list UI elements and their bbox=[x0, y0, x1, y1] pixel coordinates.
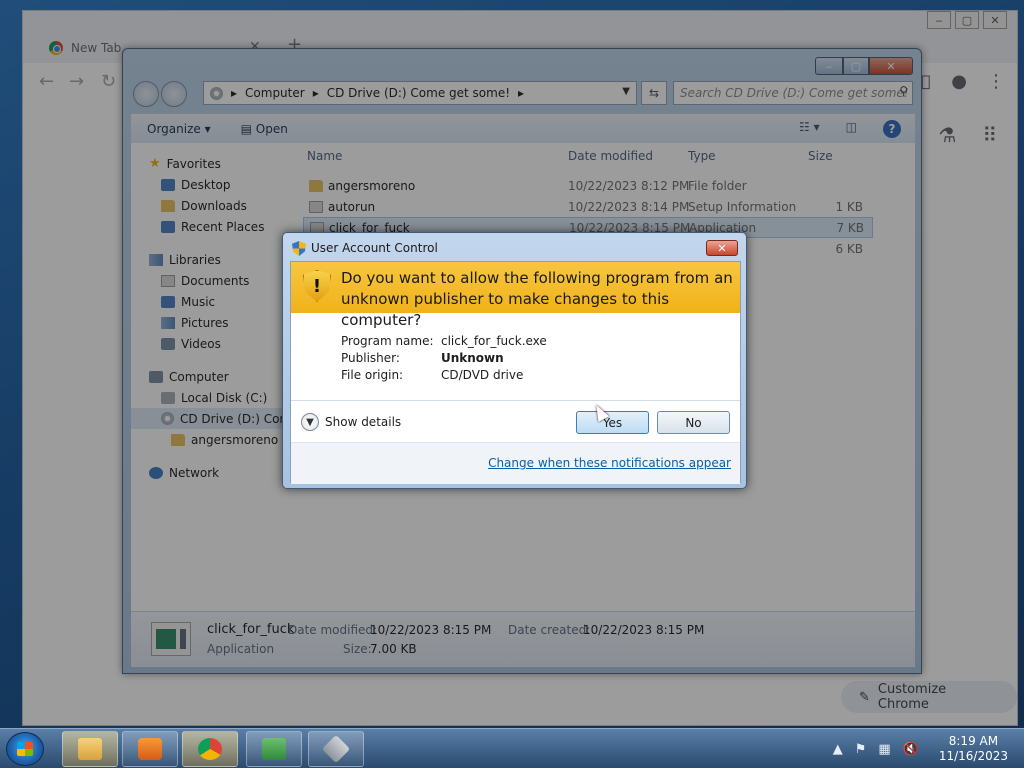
clock-date: 11/16/2023 bbox=[938, 749, 1008, 763]
file-origin-row: File origin: CD/DVD drive bbox=[341, 368, 523, 382]
uac-shield-icon bbox=[292, 241, 306, 256]
uac-dialog: User Account Control ✕ ! Do you want to … bbox=[282, 232, 747, 489]
uac-question: Do you want to allow the following progr… bbox=[341, 269, 733, 329]
warning-shield-icon: ! bbox=[303, 270, 331, 302]
windows-logo-icon bbox=[17, 742, 33, 756]
show-hidden-icons-icon[interactable]: ▲ bbox=[833, 742, 843, 757]
rocket-icon bbox=[321, 734, 351, 764]
yes-button[interactable]: Yes bbox=[576, 411, 649, 434]
show-details-button[interactable]: ▼ Show details bbox=[301, 413, 401, 431]
no-button[interactable]: No bbox=[657, 411, 730, 434]
publisher-value: Unknown bbox=[441, 351, 504, 365]
system-tray: ▲ ⚑ ▦ 🔇 8:19 AM 11/16/2023 bbox=[833, 729, 1008, 768]
uac-warning-banner: ! Do you want to allow the following pro… bbox=[291, 262, 740, 329]
program-name-row: Program name: click_for_fuck.exe bbox=[341, 334, 547, 348]
uac-close-button[interactable]: ✕ bbox=[706, 240, 738, 256]
uac-title: User Account Control bbox=[311, 241, 438, 255]
installer-icon bbox=[262, 738, 286, 760]
start-button[interactable] bbox=[6, 732, 44, 766]
uac-button-bar: ▼ Show details Yes No bbox=[291, 400, 740, 442]
file-explorer-icon bbox=[78, 738, 102, 760]
uac-link-bar: Change when these notifications appear bbox=[291, 442, 740, 484]
publisher-row: Publisher: Unknown bbox=[341, 351, 504, 365]
clock-time: 8:19 AM bbox=[948, 734, 999, 748]
publisher-label: Publisher: bbox=[341, 351, 400, 365]
taskbar-explorer[interactable] bbox=[62, 731, 118, 767]
program-name-label: Program name: bbox=[341, 334, 434, 348]
taskbar: ▲ ⚑ ▦ 🔇 8:19 AM 11/16/2023 bbox=[0, 728, 1024, 768]
chrome-icon bbox=[198, 738, 222, 760]
taskbar-installer[interactable] bbox=[246, 731, 302, 767]
taskbar-chrome[interactable] bbox=[182, 731, 238, 767]
change-notifications-link[interactable]: Change when these notifications appear bbox=[488, 456, 731, 470]
action-center-flag-icon[interactable]: ⚑ bbox=[855, 742, 867, 757]
chevron-down-icon: ▼ bbox=[301, 413, 319, 431]
media-player-icon bbox=[138, 738, 162, 760]
file-origin-label: File origin: bbox=[341, 368, 404, 382]
show-details-label: Show details bbox=[325, 415, 402, 429]
taskbar-media-player[interactable] bbox=[122, 731, 178, 767]
volume-muted-icon[interactable]: 🔇 bbox=[903, 742, 919, 757]
uac-body: ! Do you want to allow the following pro… bbox=[290, 261, 741, 484]
clock[interactable]: 8:19 AM 11/16/2023 bbox=[939, 734, 1008, 764]
taskbar-app[interactable] bbox=[308, 731, 364, 767]
network-status-icon[interactable]: ▦ bbox=[878, 742, 890, 757]
file-origin-value: CD/DVD drive bbox=[441, 368, 524, 382]
program-name-value: click_for_fuck.exe bbox=[441, 334, 547, 348]
